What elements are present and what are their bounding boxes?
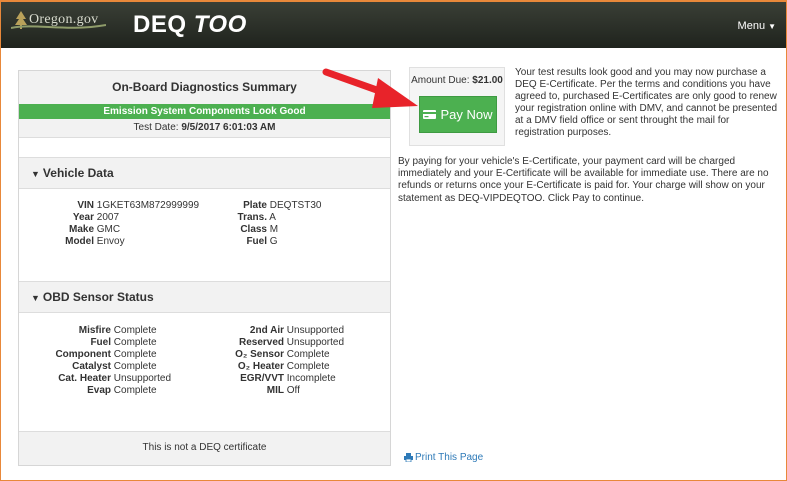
sensor-field: O₂ Heater Complete <box>199 361 330 373</box>
sensor-label: Catalyst <box>72 361 111 372</box>
sensor-field: 2nd Air Unsupported <box>199 325 344 337</box>
sensor-value: Complete <box>113 325 157 336</box>
sensor-field: Misfire Complete <box>21 325 157 337</box>
sensor-field: Reserved Unsupported <box>199 337 344 349</box>
triangle-down-icon: ▼ <box>31 169 40 179</box>
sensor-value: Complete <box>113 385 157 396</box>
sensor-label: Cat. Heater <box>58 373 111 384</box>
sensor-value: Off <box>286 385 300 396</box>
print-page-label: Print This Page <box>415 452 484 463</box>
field-label: Plate <box>243 200 267 211</box>
amount-due-value: $21.00 <box>472 75 503 86</box>
field-value: M <box>269 224 279 235</box>
field-label: Model <box>65 236 94 247</box>
logo-swoosh <box>11 24 106 29</box>
sensor-value: Complete <box>113 349 157 360</box>
sensor-value: Unsupported <box>286 325 345 336</box>
field-label: Trans. <box>237 212 267 223</box>
sensor-value: Unsupported <box>286 337 345 348</box>
purchase-message: Your test results look good and you may … <box>515 67 778 139</box>
red-arrow-annotation <box>322 68 418 108</box>
sensor-value: Incomplete <box>286 373 336 384</box>
sensor-label: O₂ Sensor <box>235 349 284 360</box>
field-label: Class <box>240 224 267 235</box>
payment-terms: By paying for your vehicle's E-Certifica… <box>398 156 769 204</box>
sensor-field: Cat. Heater Unsupported <box>21 373 171 385</box>
field-label: Year <box>72 212 94 223</box>
obd-summary-panel: On-Board Diagnostics Summary Emission Sy… <box>18 70 391 466</box>
obd-sensor-status-header[interactable]: ▼ OBD Sensor Status <box>19 281 390 313</box>
sensor-label: O₂ Heater <box>237 361 284 372</box>
sensor-field: Catalyst Complete <box>21 361 157 373</box>
sensor-label: Evap <box>87 385 111 396</box>
vehicle-field: Make GMC <box>21 224 120 236</box>
sensor-field: MIL Off <box>199 385 300 397</box>
vehicle-data-header[interactable]: ▼ Vehicle Data <box>19 157 390 189</box>
test-date: Test Date: 9/5/2017 6:01:03 AM <box>19 122 390 133</box>
payment-box: Amount Due: $21.00 Pay Now <box>409 67 505 146</box>
sensor-field: Fuel Complete <box>21 337 157 349</box>
vehicle-field: Model Envoy <box>21 236 125 248</box>
sensor-label: Misfire <box>78 325 111 336</box>
sensor-field: Evap Complete <box>21 385 157 397</box>
field-label: Fuel <box>246 236 267 247</box>
sensor-label: Reserved <box>238 337 284 348</box>
sensor-label: 2nd Air <box>249 325 284 336</box>
vehicle-field: Plate DEQTST30 <box>199 200 321 212</box>
vehicle-field: VIN 1GKET63M872999999 <box>21 200 199 212</box>
credit-card-icon <box>423 110 437 119</box>
app-title-prefix: DEQ <box>133 11 187 38</box>
sensor-value: Unsupported <box>113 373 172 384</box>
app-title-suffix: TOO <box>193 11 247 38</box>
sensor-label: MIL <box>266 385 284 396</box>
sensor-field: Component Complete <box>21 349 157 361</box>
field-value: 2007 <box>96 212 120 223</box>
vehicle-field: Year 2007 <box>21 212 119 224</box>
sensor-value: Complete <box>113 337 157 348</box>
vehicle-field: Trans. A <box>199 212 276 224</box>
sensor-label: Component <box>55 349 111 360</box>
sensor-value: Complete <box>286 361 330 372</box>
field-value: A <box>269 212 276 223</box>
test-date-value: 9/5/2017 6:01:03 AM <box>181 122 276 133</box>
vehicle-data-title: Vehicle Data <box>42 166 114 180</box>
certificate-disclaimer: This is not a DEQ certificate <box>19 431 390 465</box>
test-date-label: Test Date: <box>133 122 179 133</box>
field-label: Make <box>68 224 94 235</box>
field-value: 1GKET63M872999999 <box>96 200 200 211</box>
menu-label: Menu <box>737 20 766 32</box>
pay-now-button[interactable]: Pay Now <box>419 96 497 133</box>
vehicle-field: Fuel G <box>199 236 278 248</box>
field-value: Envoy <box>96 236 125 247</box>
vehicle-field: Class M <box>199 224 278 236</box>
pay-now-label: Pay Now <box>440 107 493 122</box>
printer-icon <box>404 453 413 462</box>
sensor-field: O₂ Sensor Complete <box>199 349 330 361</box>
triangle-down-icon: ▼ <box>31 293 40 303</box>
field-value: G <box>269 236 278 247</box>
field-value: DEQTST30 <box>269 200 322 211</box>
field-label: VIN <box>77 200 94 211</box>
field-value: GMC <box>96 224 121 235</box>
sensor-value: Complete <box>113 361 157 372</box>
app-title: DEQ TOO <box>133 11 247 39</box>
sensor-field: EGR/VVT Incomplete <box>199 373 336 385</box>
sensor-value: Complete <box>286 349 330 360</box>
sensor-label: Fuel <box>90 337 111 348</box>
print-page-link[interactable]: Print This Page <box>404 452 483 463</box>
menu-button[interactable]: Menu ▼ <box>738 20 776 32</box>
sensor-label: EGR/VVT <box>240 373 284 384</box>
amount-due: Amount Due: $21.00 <box>410 75 504 86</box>
obd-sensor-status-title: OBD Sensor Status <box>42 290 154 304</box>
caret-down-icon: ▼ <box>768 22 776 31</box>
navbar: Oregon.gov DEQ TOO Menu ▼ <box>1 2 786 48</box>
